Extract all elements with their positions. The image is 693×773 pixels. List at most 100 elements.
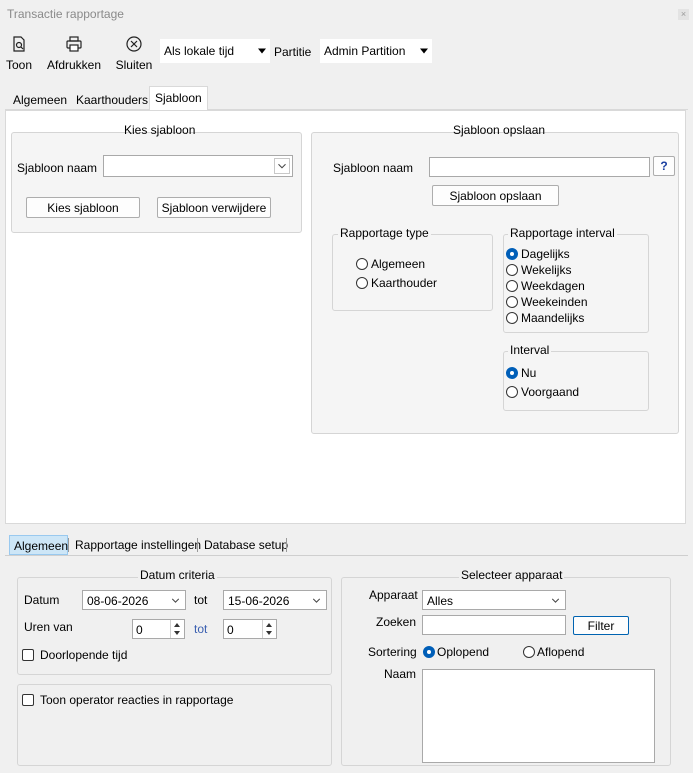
arrow-up-icon <box>266 623 272 627</box>
afdrukken-label: Afdrukken <box>46 58 102 72</box>
interval-weekeinden-radio[interactable] <box>506 296 518 308</box>
chevron-down-icon <box>420 48 428 54</box>
tab-bottom-algemeen[interactable]: Algemeen <box>9 535 68 555</box>
interval-weekdagen-label: Weekdagen <box>521 279 585 293</box>
document-search-icon <box>13 36 25 52</box>
printer-icon <box>66 36 82 52</box>
interval-maandelijks-radio[interactable] <box>506 312 518 324</box>
continuous-time-checkbox[interactable] <box>22 649 34 661</box>
sort-label: Sortering <box>368 645 417 659</box>
type-kaarthouder-radio[interactable] <box>356 277 368 289</box>
interval-title: Interval <box>508 343 552 357</box>
type-algemeen-radio[interactable] <box>356 258 368 270</box>
opslaan-name-input[interactable] <box>429 157 650 177</box>
stepper-buttons[interactable] <box>170 620 184 638</box>
dropdown-button[interactable] <box>274 158 290 174</box>
interval-wekelijks-label: Wekelijks <box>521 263 572 277</box>
window-title: Transactie rapportage <box>7 7 124 21</box>
sort-aflopend-label: Aflopend <box>537 645 585 659</box>
sluiten-label: Sluiten <box>115 58 153 72</box>
search-input[interactable] <box>422 615 566 635</box>
stepper-buttons[interactable] <box>262 620 276 638</box>
help-button[interactable]: ? <box>653 156 675 176</box>
partition-select[interactable]: Admin Partition <box>320 39 432 63</box>
device-select-value: Alles <box>427 594 454 608</box>
device-label: Apparaat <box>369 588 418 602</box>
sort-oplopend-radio[interactable] <box>423 646 435 658</box>
type-algemeen-label: Algemeen <box>371 257 426 271</box>
tab-separator <box>68 538 69 552</box>
tab-kaarthouders[interactable]: Kaarthouders <box>71 89 153 111</box>
type-kaarthouder-label: Kaarthouder <box>371 276 438 290</box>
tab-separator <box>286 538 287 552</box>
kies-name-label: Sjabloon naam <box>17 161 98 175</box>
tab-algemeen[interactable]: Algemeen <box>8 89 72 111</box>
hours-to-value: 0 <box>227 623 234 637</box>
rapportage-interval-title: Rapportage interval <box>508 226 617 240</box>
toon-button[interactable]: Toon <box>5 35 33 72</box>
search-label: Zoeken <box>376 615 417 629</box>
filter-button[interactable]: Filter <box>573 616 629 635</box>
from-date-picker[interactable]: 08-06-2026 <box>82 590 186 610</box>
partition-label: Partitie <box>274 45 312 59</box>
hours-from-stepper[interactable]: 0 <box>132 619 185 639</box>
sort-oplopend-label: Oplopend <box>437 645 490 659</box>
selecteer-apparaat-title: Selecteer apparaat <box>459 568 565 582</box>
interval-voorgaand-radio[interactable] <box>506 386 518 398</box>
interval-group <box>503 351 649 411</box>
rapportage-type-title: Rapportage type <box>338 226 431 240</box>
chevron-down-icon <box>258 48 266 54</box>
to-label: tot <box>194 593 208 607</box>
hours-to-label: tot <box>194 622 208 636</box>
interval-voorgaand-label: Voorgaand <box>521 385 580 399</box>
to-date-picker[interactable]: 15-06-2026 <box>223 590 327 610</box>
interval-nu-radio[interactable] <box>506 367 518 379</box>
toon-label: Toon <box>5 58 33 72</box>
chevron-down-icon <box>171 598 180 603</box>
sjabloon-opslaan-title: Sjabloon opslaan <box>453 123 546 137</box>
close-window-button[interactable]: × <box>678 9 689 20</box>
interval-weekeinden-label: Weekeinden <box>521 295 588 309</box>
hours-label: Uren van <box>24 620 73 634</box>
from-date-value: 08-06-2026 <box>87 594 149 608</box>
interval-dagelijks-radio[interactable] <box>506 248 518 260</box>
kies-sjabloon-button[interactable]: Kies sjabloon <box>26 197 140 218</box>
device-select[interactable]: Alles <box>422 590 566 610</box>
operator-reactions-label: Toon operator reacties in rapportage <box>40 693 234 707</box>
afdrukken-button[interactable]: Afdrukken <box>46 35 102 72</box>
rapportage-type-group <box>332 234 493 311</box>
interval-wekelijks-radio[interactable] <box>506 264 518 276</box>
time-select-value: Als lokale tijd <box>164 44 235 58</box>
name-label: Naam <box>384 667 417 681</box>
close-circle-icon <box>126 36 142 52</box>
interval-weekdagen-radio[interactable] <box>506 280 518 292</box>
tab-database-setup[interactable]: Database setup <box>204 538 288 552</box>
arrow-down-icon <box>174 631 180 635</box>
sjabloon-verwijderen-button[interactable]: Sjabloon verwijdere <box>157 197 271 218</box>
sjabloon-opslaan-button[interactable]: Sjabloon opslaan <box>432 185 559 206</box>
interval-dagelijks-label: Dagelijks <box>521 247 570 261</box>
device-name-list[interactable] <box>422 669 655 763</box>
chevron-down-icon <box>551 598 560 603</box>
datum-label: Datum <box>24 593 60 607</box>
hours-to-stepper[interactable]: 0 <box>223 619 277 639</box>
tab-separator <box>197 538 198 552</box>
kies-name-select[interactable] <box>103 155 293 177</box>
arrow-up-icon <box>174 623 180 627</box>
interval-maandelijks-label: Maandelijks <box>521 311 585 325</box>
tab-bottom-algemeen-label: Algemeen <box>14 539 69 553</box>
interval-nu-label: Nu <box>521 366 537 380</box>
time-select[interactable]: Als lokale tijd <box>160 39 270 63</box>
kies-sjabloon-title: Kies sjabloon <box>124 123 196 137</box>
top-tab-bar: Algemeen Kaarthouders Sjabloon <box>5 86 688 111</box>
chevron-down-icon <box>278 163 286 169</box>
arrow-down-icon <box>266 631 272 635</box>
operator-reactions-checkbox[interactable] <box>22 694 34 706</box>
tab-sjabloon[interactable]: Sjabloon <box>149 86 208 111</box>
hours-from-value: 0 <box>136 623 143 637</box>
tab-rapportage-instellingen[interactable]: Rapportage instellingen <box>75 538 201 552</box>
to-date-value: 15-06-2026 <box>228 594 290 608</box>
sort-aflopend-radio[interactable] <box>523 646 535 658</box>
chevron-down-icon <box>312 598 321 603</box>
sluiten-button[interactable]: Sluiten <box>114 35 154 72</box>
